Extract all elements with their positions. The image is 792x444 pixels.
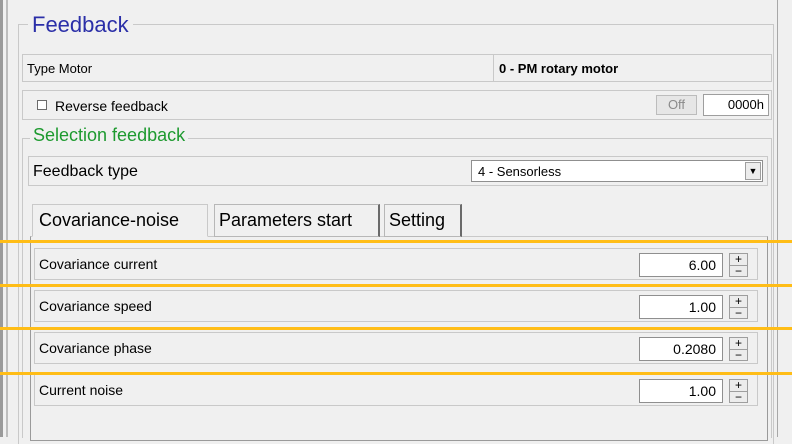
feedback-type-value: 4 - Sensorless [478, 164, 562, 179]
param-label: Covariance speed [39, 298, 152, 314]
spin-down-icon[interactable]: − [730, 349, 747, 361]
type-motor-label: Type Motor [27, 61, 93, 76]
param-row-covariance-phase: Covariance phase 0.2080 + − [34, 332, 758, 364]
reverse-off-badge: Off [656, 95, 697, 115]
covariance-phase-spinner[interactable]: + − [729, 337, 748, 361]
tab-parameters-start[interactable]: Parameters start [214, 204, 380, 237]
param-row-current-noise: Current noise 1.00 + − [34, 374, 758, 406]
feedback-type-label: Feedback type [33, 163, 138, 180]
tab-setting[interactable]: Setting [384, 204, 462, 237]
current-noise-input[interactable]: 1.00 [639, 379, 723, 403]
feedback-type-row: Feedback type 4 - Sensorless ▼ [28, 156, 768, 186]
spin-down-icon[interactable]: − [730, 307, 747, 319]
feedback-type-select[interactable]: 4 - Sensorless ▼ [471, 160, 763, 182]
highlight-line [0, 240, 792, 243]
highlight-line [0, 327, 792, 330]
type-motor-row: Type Motor 0 - PM rotary motor [22, 54, 772, 82]
covariance-current-spinner[interactable]: + − [729, 253, 748, 277]
selection-feedback-title: Selection feedback [30, 124, 189, 146]
chevron-down-icon[interactable]: ▼ [745, 162, 761, 180]
param-row-covariance-current: Covariance current 6.00 + − [34, 248, 758, 280]
tab-covariance-noise[interactable]: Covariance-noise [32, 204, 208, 237]
param-label: Covariance current [39, 256, 158, 272]
type-motor-divider [493, 55, 494, 81]
covariance-phase-input[interactable]: 0.2080 [639, 337, 723, 361]
covariance-speed-spinner[interactable]: + − [729, 295, 748, 319]
highlight-line [0, 284, 792, 287]
current-noise-spinner[interactable]: + − [729, 379, 748, 403]
reverse-feedback-label[interactable]: Reverse feedback [55, 98, 168, 114]
param-label: Covariance phase [39, 340, 152, 356]
reverse-hex-value: 0000h [703, 94, 769, 116]
reverse-feedback-row: Reverse feedback Off 0000h [22, 90, 772, 120]
covariance-speed-input[interactable]: 1.00 [639, 295, 723, 319]
type-motor-value: 0 - PM rotary motor [499, 61, 619, 76]
param-row-covariance-speed: Covariance speed 1.00 + − [34, 290, 758, 322]
reverse-feedback-checkbox[interactable] [37, 100, 47, 110]
highlight-line [0, 372, 792, 375]
spin-down-icon[interactable]: − [730, 391, 747, 403]
param-label: Current noise [39, 382, 124, 398]
feedback-group-title: Feedback [28, 12, 133, 38]
covariance-current-input[interactable]: 6.00 [639, 253, 723, 277]
spin-down-icon[interactable]: − [730, 265, 747, 277]
